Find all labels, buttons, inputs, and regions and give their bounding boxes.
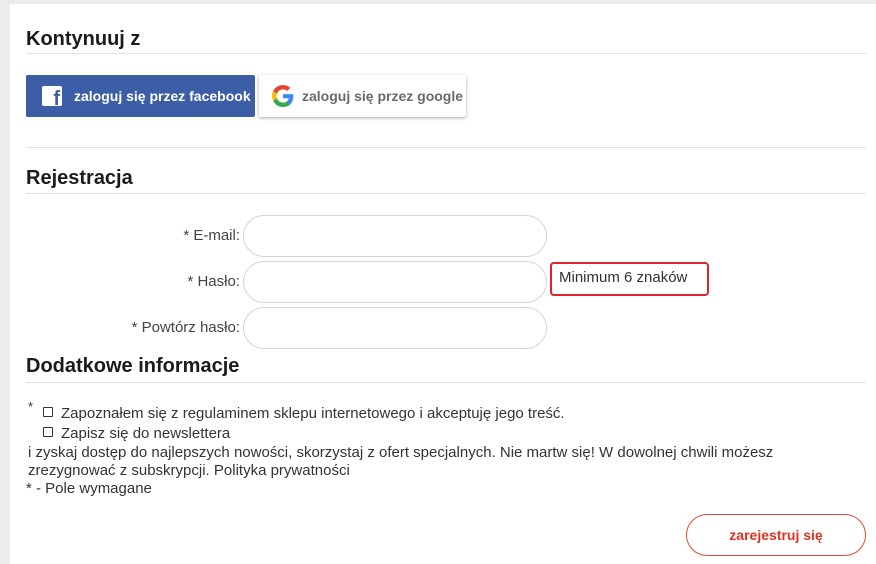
newsletter-description-line2: zrezygnować z subskrypcji. Polityka pryw…: [28, 462, 350, 479]
newsletter-label: Zapisz się do newslettera: [61, 425, 231, 442]
newsletter-consent: Zapisz się do newslettera: [43, 425, 230, 442]
additional-info-title: Dodatkowe informacje: [26, 355, 240, 377]
password-hint: Minimum 6 znaków: [550, 262, 709, 296]
facebook-login-button[interactable]: f zaloguj się przez facebook: [26, 75, 255, 117]
divider: [26, 53, 866, 54]
divider: [26, 193, 866, 194]
divider: [26, 147, 866, 148]
newsletter-checkbox[interactable]: [43, 427, 53, 437]
google-login-label: zaloguj się przez google: [302, 88, 464, 104]
terms-label: Zapoznałem się z regulaminem sklepu inte…: [61, 405, 565, 422]
newsletter-description-line1: i zyskaj dostęp do najlepszych nowości, …: [28, 444, 774, 461]
repeat-password-field[interactable]: [243, 307, 547, 349]
continue-title: Kontynuuj z: [26, 28, 141, 50]
registration-title: Rejestracja: [26, 167, 133, 189]
password-label: * Hasło:: [187, 273, 240, 290]
google-login-button[interactable]: zaloguj się przez google: [259, 75, 466, 117]
facebook-login-label: zaloguj się przez facebook: [74, 88, 251, 104]
registration-panel: Kontynuuj z f zaloguj się przez facebook…: [10, 4, 876, 564]
password-field[interactable]: [243, 261, 547, 303]
required-fields-note: * - Pole wymagane: [26, 480, 152, 497]
register-button[interactable]: zarejestruj się: [686, 514, 866, 556]
required-marker: *: [28, 399, 34, 414]
terms-consent: Zapoznałem się z regulaminem sklepu inte…: [43, 405, 565, 422]
google-icon: [272, 85, 294, 107]
repeat-password-label: * Powtórz hasło:: [131, 319, 240, 336]
email-field[interactable]: [243, 215, 547, 257]
terms-checkbox[interactable]: [43, 407, 53, 417]
facebook-icon: f: [42, 86, 62, 106]
email-label: * E-mail:: [183, 227, 240, 244]
divider: [26, 382, 866, 383]
